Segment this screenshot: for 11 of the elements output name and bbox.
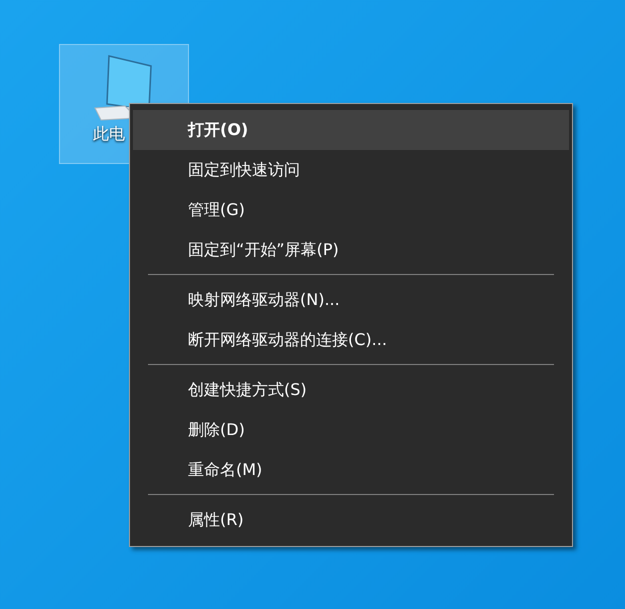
menu-item[interactable]: 属性(R) <box>133 500 569 540</box>
menu-item[interactable]: 删除(D) <box>133 410 569 450</box>
menu-item[interactable]: 固定到“开始”屏幕(P) <box>133 230 569 270</box>
menu-item[interactable]: 打开(O) <box>133 110 569 150</box>
menu-item[interactable]: 固定到快速访问 <box>133 150 569 190</box>
menu-item[interactable]: 管理(G) <box>133 190 569 230</box>
icon-label: 此电 <box>93 123 125 145</box>
menu-item[interactable]: 创建快捷方式(S) <box>133 370 569 410</box>
menu-item[interactable]: 断开网络驱动器的连接(C)... <box>133 320 569 360</box>
menu-item[interactable]: 映射网络驱动器(N)... <box>133 280 569 320</box>
menu-item[interactable]: 重命名(M) <box>133 450 569 490</box>
